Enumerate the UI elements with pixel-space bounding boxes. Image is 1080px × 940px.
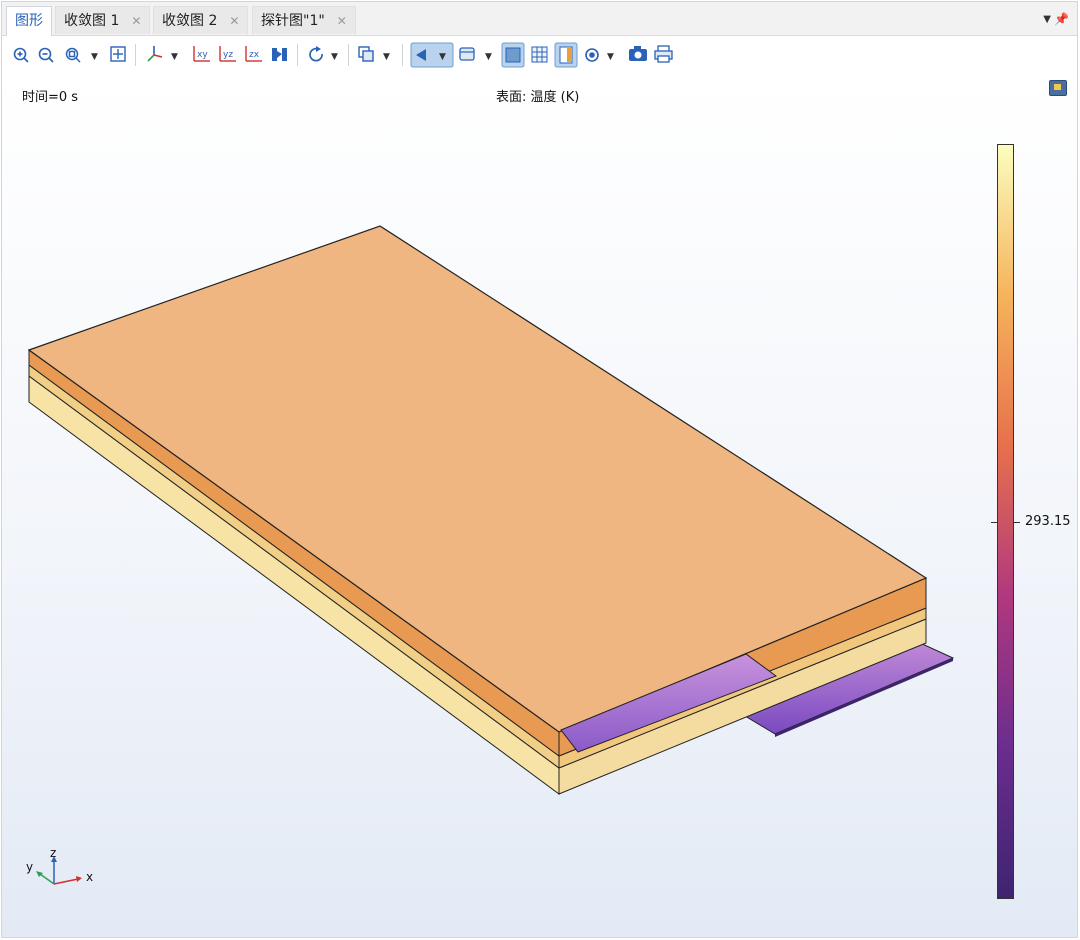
dropdown-caret[interactable]: ▼ [383, 52, 390, 62]
axis-triad-arrows [36, 856, 82, 885]
zoom-extents-icon[interactable] [110, 46, 126, 62]
view-xy-icon[interactable]: xy [193, 46, 210, 62]
camera-icon[interactable] [629, 46, 647, 61]
select-icon[interactable] [358, 46, 374, 62]
close-icon[interactable]: ✕ [337, 14, 347, 28]
color-legend-bar [997, 144, 1014, 899]
axis-z-label: z [50, 846, 57, 860]
dropdown-caret[interactable]: ▼ [485, 52, 492, 62]
axis-orientation-icon[interactable] [147, 46, 163, 62]
battery-3d-model [27, 225, 955, 795]
axis-y-label: y [26, 860, 34, 874]
svg-text:zx: zx [249, 50, 260, 60]
legend-tick [991, 522, 997, 523]
tab-label: 收敛图 1 [64, 13, 120, 29]
zoom-out-icon[interactable] [38, 47, 54, 63]
svg-text:xy: xy [197, 50, 208, 60]
view-yz-icon[interactable]: yz [219, 46, 236, 62]
tab-convergence-plot-2[interactable]: 收敛图 2 ✕ [153, 6, 249, 34]
dropdown-caret[interactable]: ▼ [607, 52, 614, 62]
dropdown-caret[interactable]: ▼ [171, 52, 178, 62]
legend-icon[interactable] [554, 42, 578, 68]
close-icon[interactable]: ✕ [131, 14, 141, 28]
tab-graphics[interactable]: 图形 [6, 6, 52, 36]
zoom-box-icon[interactable] [65, 47, 81, 63]
tab-bar: 图形 收敛图 1 ✕ 收敛图 2 ✕ 探针图"1" ✕ ▼ 📌 [2, 2, 1077, 36]
go-to-view-icon[interactable] [272, 48, 287, 61]
graphics-canvas[interactable]: 时间=0 s 表面: 温度 (K) 293.15 z y x [2, 76, 1077, 937]
print-icon[interactable] [654, 45, 673, 63]
svg-text:yz: yz [223, 50, 233, 60]
legend-tick [1014, 522, 1020, 523]
graphics-toolbar: ▼ ▼ xy yz zx ▼ ▼ ▼ ▼ ▼ [2, 36, 1077, 76]
axis-x-label: x [86, 870, 94, 884]
view-zx-icon[interactable]: zx [245, 46, 262, 62]
tab-label: 探针图"1" [261, 13, 325, 29]
dropdown-caret[interactable]: ▼ [331, 52, 338, 62]
render-icon[interactable] [459, 47, 475, 61]
tab-convergence-plot-1[interactable]: 收敛图 1 ✕ [55, 6, 151, 34]
close-icon[interactable]: ✕ [229, 14, 239, 28]
scene-light-icon[interactable]: ▼ [410, 42, 454, 68]
zoom-in-icon[interactable] [13, 47, 29, 63]
axis-triad: z y x [20, 846, 110, 900]
show-axis-icon[interactable] [585, 48, 599, 62]
rotate-icon[interactable] [309, 46, 323, 62]
grid-icon[interactable] [531, 46, 548, 63]
transparency-icon[interactable] [501, 42, 525, 68]
legend-tick-label: 293.15 [1025, 514, 1071, 529]
tab-label: 收敛图 2 [162, 13, 218, 29]
dropdown-caret[interactable]: ▼ [91, 52, 98, 62]
pin-icon[interactable]: 📌 [1054, 12, 1069, 26]
tab-probe-plot-1[interactable]: 探针图"1" ✕ [252, 6, 356, 34]
dropdown-arrow-icon[interactable]: ▼ [1043, 14, 1051, 25]
tab-label: 图形 [15, 13, 43, 29]
toolbar-icons: ▼ ▼ xy yz zx ▼ ▼ ▼ ▼ ▼ [13, 42, 673, 68]
graphics-window: 图形 收敛图 1 ✕ 收敛图 2 ✕ 探针图"1" ✕ ▼ 📌 ▼ ▼ xy y… [1, 1, 1078, 938]
svg-text:▼: ▼ [439, 52, 446, 62]
